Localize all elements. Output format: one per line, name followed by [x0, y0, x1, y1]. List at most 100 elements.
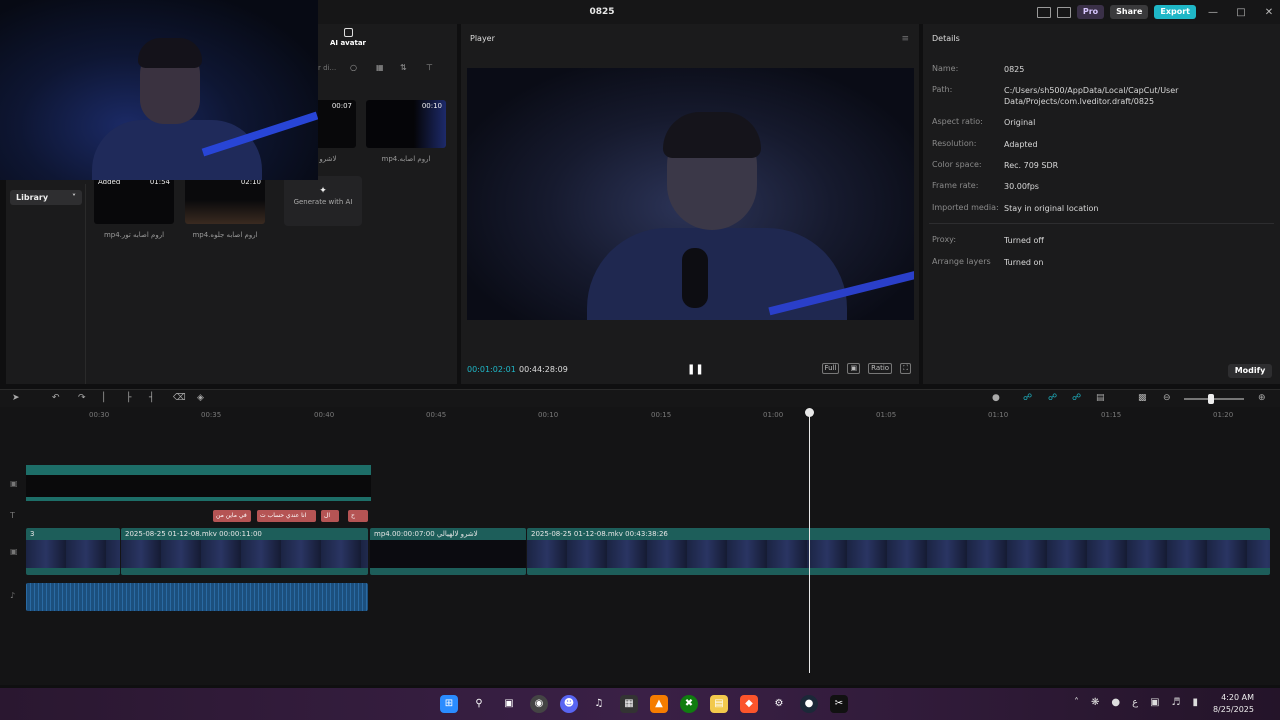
mic-icon[interactable]: ● [1111, 697, 1120, 708]
align-icon[interactable]: ▤ [1096, 393, 1105, 403]
xbox-icon[interactable]: ✖ [680, 695, 698, 713]
trim-left-icon[interactable]: ├ [126, 393, 131, 403]
media-sidebar: Library ˅ [6, 184, 86, 384]
tray-app-icon[interactable]: ❋ [1091, 697, 1099, 708]
volume-icon[interactable]: ♬ [1172, 697, 1181, 708]
generate-with-ai-button[interactable]: ✦ Generate with AI [284, 176, 362, 226]
magnet-icon[interactable]: ☍ [1048, 393, 1057, 403]
undo-icon[interactable]: ↶ [52, 393, 60, 403]
detail-value: 0825 [1004, 65, 1025, 74]
trim-right-icon[interactable]: ┤ [149, 393, 154, 403]
minimize-icon[interactable]: — [1202, 7, 1224, 18]
shield-icon[interactable]: ◈ [197, 393, 204, 403]
text-clip[interactable]: ح [348, 510, 368, 522]
full-button[interactable]: Full [821, 363, 840, 374]
playhead[interactable] [809, 409, 810, 673]
grid-view-icon[interactable]: ▦ [376, 63, 384, 72]
chrome-icon[interactable]: ◉ [530, 695, 548, 713]
chevron-up-icon[interactable]: ˄ [1074, 697, 1079, 708]
timeline-ruler[interactable]: 00:30 00:35 00:40 00:45 00:10 00:15 01:0… [0, 407, 1280, 423]
delete-icon[interactable]: ⌫ [173, 393, 186, 403]
ruler-tick: 00:30 [89, 411, 110, 419]
person-hair [138, 38, 202, 68]
sidebar-item-library[interactable]: Library ˅ [10, 190, 82, 205]
text-track-icon: T [10, 511, 15, 520]
windows-start-icon[interactable]: ⊞ [440, 695, 458, 713]
zoom-in-icon[interactable]: ⊕ [1258, 393, 1266, 403]
capcut-icon[interactable]: ✂ [830, 695, 848, 713]
maximize-icon[interactable]: □ [1230, 7, 1252, 18]
caption-icon[interactable]: ▩ [1138, 393, 1147, 403]
detail-key: Arrange layers [932, 257, 991, 266]
link-icon[interactable]: ☍ [1023, 393, 1032, 403]
timeline-toolbar: ➤ ↶ ↷ │ ├ ┤ ⌫ ◈ ● ☍ ☍ ☍ ▤ ▩ ⊖ ⊕ [0, 389, 1280, 407]
search-icon[interactable]: ○ [350, 63, 357, 72]
file-explorer-icon[interactable]: ▤ [710, 695, 728, 713]
ratio-button[interactable]: Ratio [868, 363, 893, 374]
redo-icon[interactable]: ↷ [78, 393, 86, 403]
store-icon[interactable]: ▦ [620, 695, 638, 713]
main-clip[interactable]: 3 [26, 528, 120, 575]
media-thumb[interactable]: 02:10 [185, 176, 265, 224]
clip-label: 2025-08-25 01-12-08.mkv 00:00:11:00 [125, 530, 262, 538]
text-clip[interactable]: في ماين من [213, 510, 251, 522]
playhead-handle[interactable] [805, 408, 814, 417]
media-search[interactable]: r di... ○ ▦ ⇅ ⊤ [318, 62, 457, 76]
fullscreen-icon[interactable]: ⛶ [900, 363, 911, 374]
detail-value: C:/Users/sh500/AppData/Local/CapCut/User… [1004, 86, 1179, 106]
media-thumb[interactable]: 00:10 [366, 100, 446, 148]
menu-icon[interactable]: ≡ [901, 34, 909, 44]
pro-button[interactable]: Pro [1076, 5, 1105, 19]
export-button[interactable]: Export [1154, 5, 1196, 19]
media-thumb[interactable]: Added 01:54 [94, 176, 174, 224]
split-icon[interactable]: │ [101, 393, 106, 403]
detail-key: Name: [932, 64, 959, 73]
video-preview[interactable] [467, 68, 914, 320]
clock-time: 4:20 AM [1221, 693, 1254, 702]
main-clip[interactable]: 2025-08-25 01-12-08.mkv 00:00:11:00 [121, 528, 368, 575]
audio-clip[interactable] [26, 583, 368, 611]
detail-key: Proxy: [932, 235, 957, 244]
text-clip[interactable]: ال [321, 510, 339, 522]
tab-ai-avatar[interactable]: AI avatar [324, 24, 457, 52]
thumb-caption: mp4.اروم اصابه جلوه [192, 231, 258, 239]
vlc-icon[interactable]: ▲ [650, 695, 668, 713]
thumb-caption: mp4.اروم اصابه تور [103, 231, 165, 239]
mic-record-icon[interactable]: ● [992, 393, 1000, 403]
thumb-duration: 00:07 [331, 102, 352, 110]
settings-icon[interactable]: ⚙ [770, 695, 788, 713]
main-clip[interactable]: 2025-08-25 01-12-08.mkv 00:43:38:26 [527, 528, 1270, 575]
pause-icon[interactable]: ❚❚ [687, 364, 704, 375]
close-icon[interactable]: ✕ [1258, 7, 1280, 18]
detail-value: Rec. 709 SDR [1004, 161, 1059, 170]
overlay-clip[interactable] [26, 465, 371, 501]
text-clip[interactable]: انا عندي حساب ت [257, 510, 316, 522]
brave-icon[interactable]: ◆ [740, 695, 758, 713]
clock-date: 8/25/2025 [1212, 705, 1254, 714]
shortcuts-icon[interactable] [1056, 6, 1071, 18]
layout-icon[interactable] [1036, 6, 1051, 18]
sort-icon[interactable]: ⇅ [400, 63, 407, 72]
zoom-slider[interactable] [1184, 398, 1244, 400]
webcam-overlay [0, 0, 318, 180]
zoom-slider-knob[interactable] [1208, 394, 1214, 404]
tab-label: AI avatar [330, 39, 366, 47]
modify-button[interactable]: Modify [1228, 364, 1272, 378]
task-view-icon[interactable]: ▣ [500, 695, 518, 713]
system-clock[interactable]: 4:20 AM 8/25/2025 [1213, 692, 1254, 716]
search-icon[interactable]: ⚲ [470, 695, 488, 713]
detail-value: Adapted [1004, 140, 1038, 149]
preview-axis-icon[interactable]: ☍ [1072, 393, 1081, 403]
steam-icon[interactable]: ● [800, 695, 818, 713]
select-tool-icon[interactable]: ➤ [12, 393, 20, 403]
zoom-out-icon[interactable]: ⊖ [1163, 393, 1171, 403]
network-icon[interactable]: ▣ [1150, 697, 1159, 708]
language-icon[interactable]: ع [1132, 697, 1138, 708]
tiktok-icon[interactable]: ♫ [590, 695, 608, 713]
share-button[interactable]: Share [1110, 5, 1149, 19]
filter-icon[interactable]: ⊤ [426, 63, 433, 72]
zoom-fit-icon[interactable]: ▣ [847, 363, 861, 374]
battery-icon[interactable]: ▮ [1192, 697, 1198, 708]
discord-icon[interactable]: ☻ [560, 695, 578, 713]
main-clip[interactable]: mp4.لاشرو لالهيالي 00:00:07:00 [370, 528, 526, 575]
